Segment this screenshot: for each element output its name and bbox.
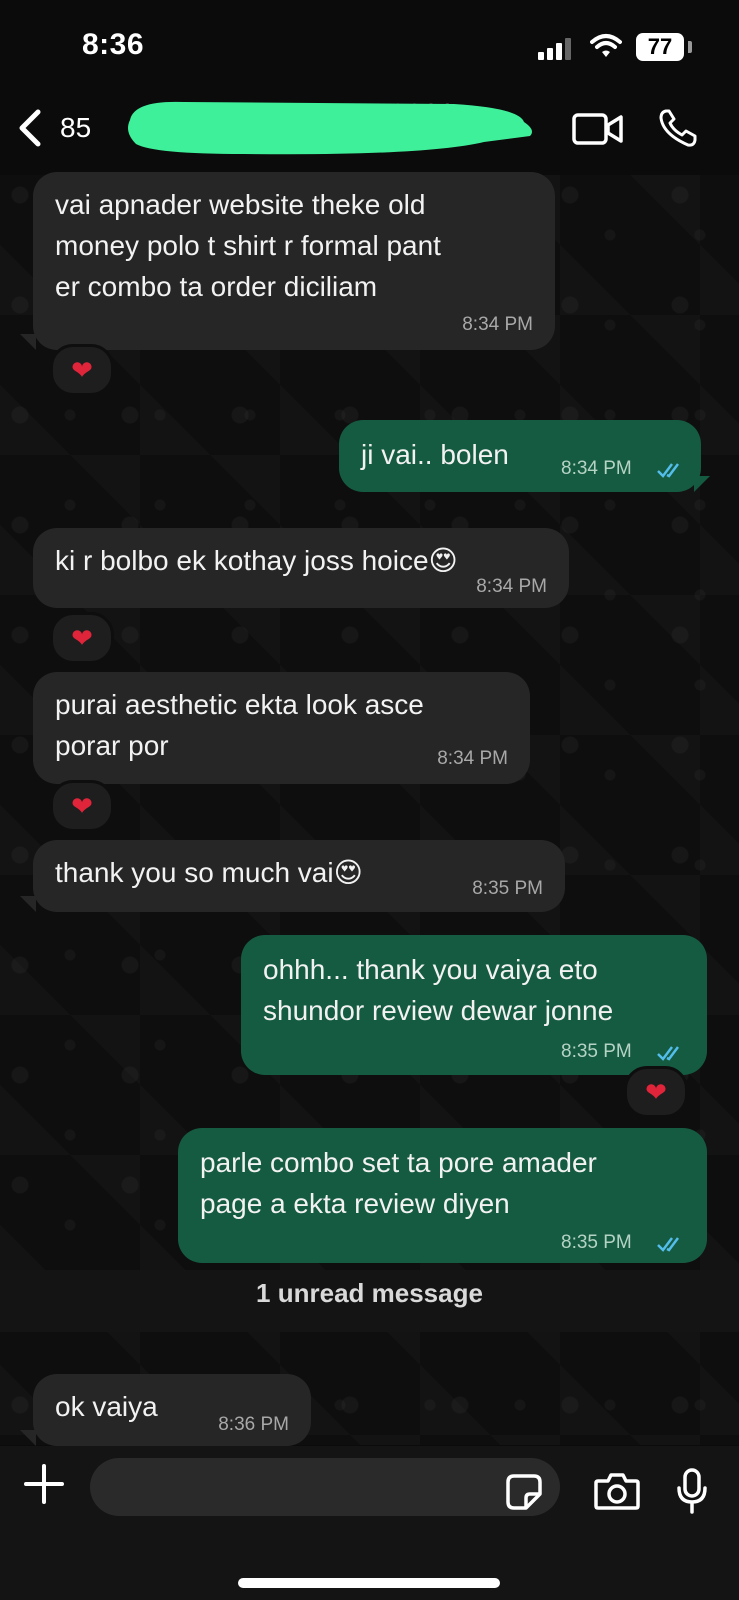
heart-reaction[interactable]: ❤ (50, 780, 114, 832)
bubble-tail (20, 896, 36, 912)
message-text: thank you so much vai😍 (55, 857, 363, 888)
message-text: vai apnader website theke old money polo… (55, 189, 441, 302)
status-bar: 8:36 77 (0, 0, 739, 90)
camera-icon[interactable] (594, 1472, 640, 1510)
message-input[interactable] (90, 1458, 560, 1516)
message-bubble-incoming[interactable]: thank you so much vai😍 8:35 PM (33, 840, 565, 912)
unread-chats-count[interactable]: 85 (60, 112, 91, 144)
message-time: 8:34 PM (476, 576, 547, 597)
battery-level: 77 (636, 33, 684, 61)
message-text: ji vai.. bolen (361, 439, 509, 470)
heart-reaction[interactable]: ❤ (50, 612, 114, 664)
phone-icon[interactable] (658, 108, 698, 148)
heart-reaction[interactable]: ❤ (50, 344, 114, 396)
wifi-icon (590, 34, 622, 57)
back-chevron-icon[interactable] (16, 108, 46, 148)
read-ticks-icon (657, 1046, 679, 1061)
unread-divider-label: 1 unread message (256, 1278, 483, 1308)
redaction-mark (128, 101, 532, 155)
message-text: purai aesthetic ekta look asce porar por (55, 689, 424, 761)
microphone-icon[interactable] (676, 1468, 708, 1514)
status-time: 8:36 (82, 28, 145, 61)
message-time: 8:35 PM (561, 1232, 632, 1253)
chat-header: 85 8801800-078800 (0, 90, 739, 170)
home-indicator (238, 1578, 500, 1588)
heart-reaction[interactable]: ❤ (624, 1066, 688, 1118)
message-text: ohhh... thank you vaiya eto shundor revi… (263, 954, 614, 1026)
cellular-signal-icon (538, 36, 576, 60)
bubble-tail (20, 334, 36, 350)
message-bubble-outgoing[interactable]: parle combo set ta pore amader page a ek… (178, 1128, 707, 1263)
message-time: 8:34 PM (462, 314, 533, 335)
message-bubble-incoming[interactable]: ki r bolbo ek kothay joss hoice😍 8:34 PM (33, 528, 569, 608)
message-bubble-incoming[interactable]: purai aesthetic ekta look asce porar por… (33, 672, 530, 784)
message-bubble-outgoing[interactable]: ohhh... thank you vaiya eto shundor revi… (241, 935, 707, 1075)
sticker-icon[interactable] (506, 1474, 542, 1510)
message-time: 8:34 PM (561, 458, 632, 479)
read-ticks-icon (657, 1237, 679, 1252)
message-time: 8:35 PM (472, 878, 543, 899)
message-bubble-incoming[interactable]: ok vaiya 8:36 PM (33, 1374, 311, 1446)
read-ticks-icon (657, 463, 679, 478)
message-text: ki r bolbo ek kothay joss hoice😍 (55, 545, 458, 576)
message-text: ok vaiya (55, 1391, 158, 1422)
message-time: 8:36 PM (218, 1414, 289, 1435)
message-time: 8:35 PM (561, 1041, 632, 1062)
message-text: parle combo set ta pore amader page a ek… (200, 1147, 597, 1219)
message-bubble-incoming[interactable]: vai apnader website theke old money polo… (33, 172, 555, 350)
plus-icon[interactable] (24, 1464, 64, 1504)
battery-nub (688, 41, 692, 53)
message-bubble-outgoing[interactable]: ji vai.. bolen 8:34 PM (339, 420, 701, 492)
compose-bar (0, 1446, 739, 1600)
bubble-tail (694, 476, 710, 492)
message-time: 8:34 PM (437, 748, 508, 769)
bubble-tail (20, 1430, 36, 1446)
video-call-icon[interactable] (572, 112, 624, 146)
